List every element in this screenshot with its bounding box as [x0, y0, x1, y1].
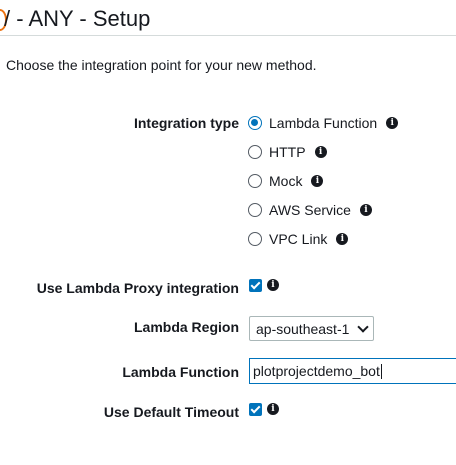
intro-text: Choose the integration point for your ne… [6, 57, 317, 73]
info-icon[interactable]: i [267, 279, 279, 291]
info-icon[interactable]: i [386, 117, 399, 129]
lambda-region-label: Lambda Region [133, 319, 239, 335]
lambda-region-select[interactable]: ap-southeast-1 [249, 316, 374, 341]
default-timeout-label: Use Default Timeout [103, 404, 239, 420]
page-title: / - ANY - Setup [4, 6, 151, 31]
chevron-down-icon [357, 321, 369, 333]
info-icon[interactable]: i [314, 146, 327, 158]
radio-option-lambda-function[interactable]: Lambda Function i [248, 113, 399, 133]
radio-option-vpc-link[interactable]: VPC Link i [248, 229, 349, 249]
info-icon[interactable]: i [267, 403, 279, 415]
default-timeout-field: i [249, 401, 279, 417]
radio-option-mock[interactable]: Mock i [248, 171, 324, 191]
default-timeout-checkbox[interactable] [249, 402, 262, 416]
info-icon[interactable]: i [359, 204, 372, 216]
lambda-proxy-checkbox[interactable] [249, 278, 262, 292]
text-cursor [380, 363, 382, 379]
radio-option-http[interactable]: HTTP i [248, 142, 327, 162]
lambda-function-label: Lambda Function [122, 364, 239, 380]
method-setup-page: / - ANY - Setup Choose the integration p… [0, 0, 456, 465]
radio-button[interactable] [248, 145, 262, 159]
lambda-function-value: plotprojectdemo_bot [253, 363, 380, 379]
title-divider [0, 35, 456, 36]
radio-label[interactable]: VPC Link [269, 231, 327, 247]
lambda-proxy-field: i [249, 277, 279, 293]
lambda-proxy-label: Use Lambda Proxy integration [36, 280, 239, 296]
info-icon[interactable]: i [336, 233, 349, 245]
integration-type-label: Integration type [133, 115, 239, 131]
radio-label[interactable]: HTTP [269, 144, 306, 160]
radio-button[interactable] [248, 232, 262, 246]
radio-button-checked[interactable] [248, 116, 262, 130]
radio-option-aws-service[interactable]: AWS Service i [248, 200, 372, 220]
radio-label[interactable]: Lambda Function [269, 115, 377, 131]
lambda-region-value: ap-southeast-1 [256, 320, 350, 337]
radio-button[interactable] [248, 174, 262, 188]
info-icon[interactable]: i [311, 175, 324, 187]
radio-label[interactable]: AWS Service [269, 202, 351, 218]
radio-label[interactable]: Mock [269, 173, 302, 189]
lambda-function-input[interactable]: plotprojectdemo_bot [249, 358, 456, 384]
radio-button[interactable] [248, 203, 262, 217]
